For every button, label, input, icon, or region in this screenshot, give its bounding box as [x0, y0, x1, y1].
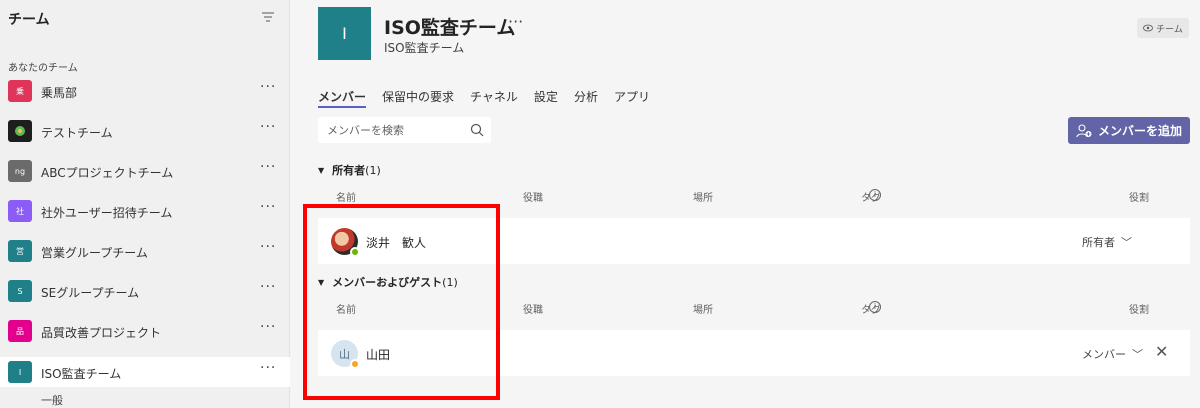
guests-section-toggle[interactable]: ▼ メンバーおよびゲスト(1) [318, 274, 458, 290]
add-member-button[interactable]: メンバーを追加 [1068, 117, 1190, 144]
team-item[interactable]: S SEグループチーム ··· [0, 276, 290, 306]
team-tile: S [8, 280, 32, 302]
team-tile: ng [8, 160, 32, 182]
team-visibility-badge: チーム [1137, 18, 1189, 38]
chevron-down-icon: ﹀ [1121, 236, 1132, 249]
caret-down-icon: ▼ [318, 277, 325, 287]
team-name: SEグループチーム [41, 286, 140, 300]
add-member-label: メンバーを追加 [1097, 124, 1182, 138]
channel-general[interactable]: 一般 [41, 392, 63, 408]
avatar-initial: 山 [339, 347, 350, 361]
role-value: 所有者 [1082, 236, 1115, 249]
team-name: ABCプロジェクトチーム [41, 166, 174, 180]
team-tile: I [8, 361, 32, 383]
team-tile: 品 [8, 320, 32, 342]
more-options-icon[interactable]: ··· [260, 319, 276, 335]
owners-label: 所有者 [332, 164, 366, 177]
col-title[interactable]: 役職 [523, 301, 543, 316]
col-role[interactable]: 役割 [1129, 189, 1149, 204]
team-item[interactable]: 乗 乗馬部 ··· [0, 76, 290, 106]
more-options-icon[interactable]: ··· [260, 239, 276, 255]
page-subtitle: ISO監査チーム [384, 41, 465, 55]
guests-label: メンバーおよびゲスト [332, 276, 443, 289]
remove-member-icon[interactable]: ✕ [1155, 342, 1168, 361]
caret-down-icon: ▼ [318, 165, 325, 175]
owners-section-toggle[interactable]: ▼ 所有者(1) [318, 162, 381, 178]
avatar: 山 [331, 340, 360, 369]
table-row[interactable]: 淡井 歓人 所有者 ﹀ [318, 218, 1190, 264]
team-name: ISO監査チーム [41, 367, 122, 381]
info-icon[interactable]: i [869, 301, 881, 313]
your-teams-label: あなたのチーム [8, 63, 78, 74]
team-item[interactable]: 営 営業グループチーム ··· [0, 236, 290, 266]
more-options-icon[interactable]: ··· [508, 12, 523, 31]
team-tile: 乗 [8, 80, 32, 102]
sidebar-title: チーム [8, 12, 50, 28]
col-name[interactable]: 名前 [336, 301, 356, 316]
team-tile: 営 [8, 240, 32, 262]
more-options-icon[interactable]: ··· [260, 159, 276, 175]
tab-analytics[interactable]: 分析 [574, 88, 598, 108]
tab-pending-requests[interactable]: 保留中の要求 [382, 88, 454, 108]
team-name: 社外ユーザー招待チーム [41, 206, 173, 220]
tab-bar: メンバー 保留中の要求 チャネル 設定 分析 アプリ [318, 88, 666, 108]
member-name: 山田 [366, 348, 391, 362]
guests-column-headers: 名前 役職 場所 タグ i 役割 [291, 301, 1200, 317]
team-item[interactable]: テストチーム ··· [0, 116, 290, 146]
presence-away-icon [350, 359, 360, 369]
teams-sidebar: チーム あなたのチーム 乗 乗馬部 ··· テストチーム ··· ng ABCプ… [0, 0, 290, 408]
member-name: 淡井 歓人 [366, 236, 427, 250]
search-input[interactable] [318, 117, 468, 143]
role-dropdown[interactable]: メンバー ﹀ [1082, 346, 1143, 362]
page-title: ISO監査チーム [384, 17, 516, 39]
presence-available-icon [350, 247, 360, 257]
team-item[interactable]: 社 社外ユーザー招待チーム ··· [0, 196, 290, 226]
more-options-icon[interactable]: ··· [260, 279, 276, 295]
team-name: 営業グループチーム [41, 246, 148, 260]
member-search [318, 117, 491, 143]
team-manage-pane: I ISO監査チーム ··· ISO監査チーム チーム メンバー 保留中の要求 … [291, 0, 1200, 408]
chevron-down-icon: ﹀ [1132, 348, 1143, 361]
col-name[interactable]: 名前 [336, 189, 356, 204]
team-avatar: I [318, 7, 371, 60]
tab-members[interactable]: メンバー [318, 88, 367, 108]
more-options-icon[interactable]: ··· [260, 79, 276, 95]
col-role[interactable]: 役割 [1129, 301, 1149, 316]
guests-count: (1) [442, 276, 458, 289]
avatar [331, 228, 360, 257]
col-location[interactable]: 場所 [693, 301, 713, 316]
badge-label: チーム [1156, 24, 1183, 35]
more-options-icon[interactable]: ··· [260, 119, 276, 135]
team-item[interactable]: ng ABCプロジェクトチーム ··· [0, 156, 290, 186]
col-location[interactable]: 場所 [693, 189, 713, 204]
col-title[interactable]: 役職 [523, 189, 543, 204]
team-name: 乗馬部 [41, 86, 78, 100]
team-name: 品質改善プロジェクト [41, 326, 162, 340]
search-icon[interactable] [470, 123, 484, 137]
team-item-active[interactable]: I ISO監査チーム ··· [0, 357, 290, 387]
team-tile: 社 [8, 200, 32, 222]
tab-channels[interactable]: チャネル [470, 88, 518, 108]
eye-icon [1143, 24, 1154, 32]
team-tile [8, 120, 32, 142]
tab-apps[interactable]: アプリ [614, 88, 650, 108]
tab-settings[interactable]: 設定 [534, 88, 558, 108]
role-value: メンバー [1082, 348, 1126, 361]
table-row[interactable]: 山 山田 メンバー ﹀ ✕ [318, 330, 1190, 376]
add-person-icon [1076, 123, 1092, 137]
team-name: テストチーム [41, 126, 113, 140]
role-dropdown[interactable]: 所有者 ﹀ [1082, 234, 1132, 250]
info-icon[interactable]: i [869, 189, 881, 201]
owners-count: (1) [365, 164, 381, 177]
owners-column-headers: 名前 役職 場所 タグ i 役割 [291, 189, 1200, 205]
team-logo-icon [15, 126, 25, 136]
more-options-icon[interactable]: ··· [260, 360, 276, 376]
team-item[interactable]: 品 品質改善プロジェクト ··· [0, 316, 290, 346]
filter-icon[interactable] [262, 12, 274, 22]
more-options-icon[interactable]: ··· [260, 199, 276, 215]
